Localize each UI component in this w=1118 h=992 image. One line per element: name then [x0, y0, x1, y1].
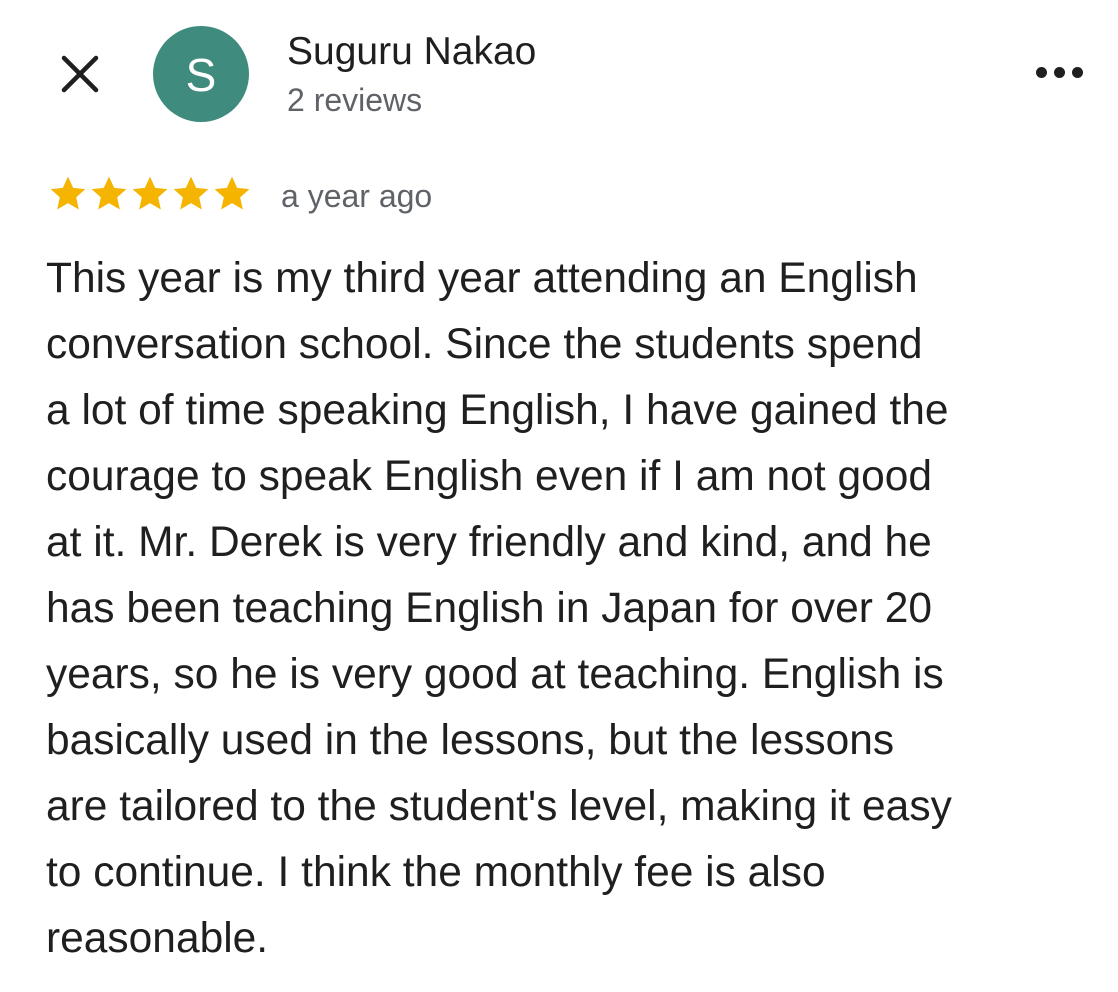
review-text-line: years, so he is very good at teaching. E… — [46, 651, 944, 698]
avatar[interactable]: S — [153, 26, 249, 122]
review-text-line: has been teaching English in Japan for o… — [46, 585, 933, 632]
more-horizontal-icon — [1035, 66, 1047, 78]
more-horizontal-icon — [1053, 66, 1065, 78]
review-text-line: courage to speak English even if I am no… — [46, 453, 932, 500]
review-text-line: reasonable. — [46, 915, 269, 962]
review-count: 2 reviews — [287, 82, 423, 118]
more-horizontal-icon — [1071, 66, 1083, 78]
close-icon — [61, 55, 99, 93]
star-icon — [173, 176, 209, 210]
review-text-line: conversation school. Since the students … — [46, 321, 923, 368]
star-icon — [50, 176, 86, 210]
star-icon — [214, 176, 250, 210]
review-time: a year ago — [281, 178, 433, 214]
review-text: This year is my third year attending an … — [46, 246, 1106, 972]
review-text-line: are tailored to the student's level, mak… — [46, 783, 952, 830]
review-text-line: basically used in the lessons, but the l… — [46, 717, 895, 764]
review-text-line: This year is my third year attending an … — [46, 255, 918, 302]
review-text-line: a lot of time speaking English, I have g… — [46, 387, 949, 434]
close-button[interactable] — [52, 46, 108, 102]
reviewer-name[interactable]: Suguru Nakao — [287, 28, 536, 76]
review-text-line: at it. Mr. Derek is very friendly and ki… — [46, 519, 932, 566]
star-rating — [48, 174, 252, 214]
star-icon — [132, 176, 168, 210]
more-options-button[interactable] — [1024, 50, 1094, 94]
avatar-initial: S — [185, 49, 217, 101]
review-text-line: to continue. I think the monthly fee is … — [46, 849, 826, 896]
star-icon — [91, 176, 127, 210]
